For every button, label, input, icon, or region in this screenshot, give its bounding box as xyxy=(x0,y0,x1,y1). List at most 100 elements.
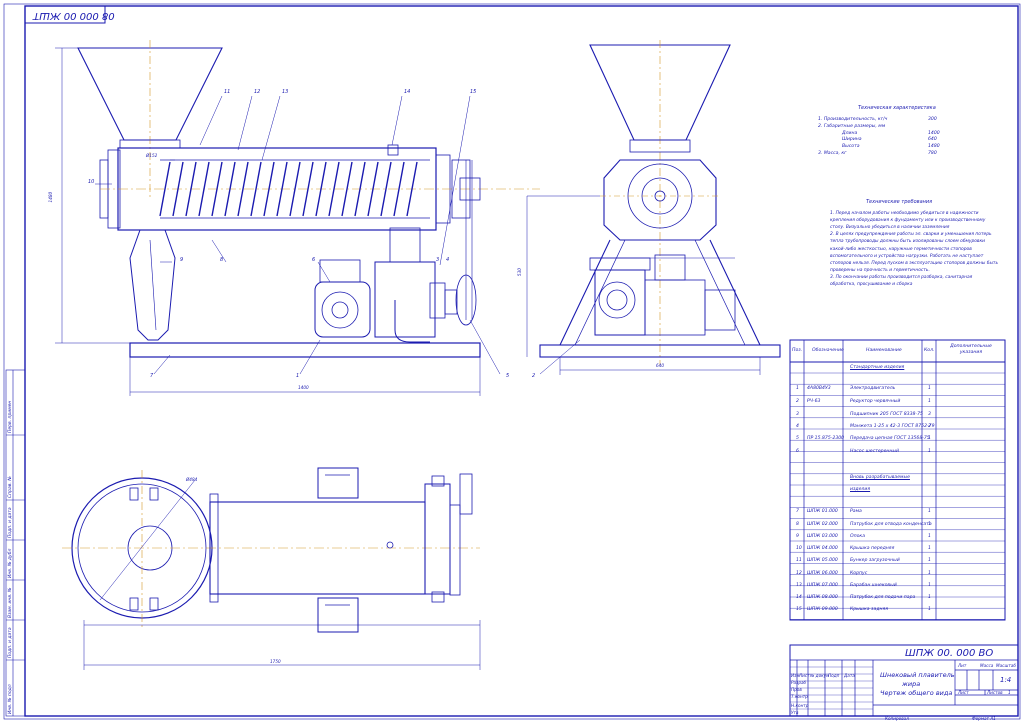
strip-label-3: Подп. и дата xyxy=(8,507,13,538)
spec-cell-qty: 1 xyxy=(928,534,931,539)
strip-label-4: Инв. № дубл xyxy=(8,548,13,578)
title-utv: Утв xyxy=(791,710,799,715)
leader-2: 2 xyxy=(532,373,536,379)
spec-cell-qty: 1 xyxy=(928,399,931,404)
spec-cell-qty: 1 xyxy=(928,571,931,576)
tech-char-line: 2. Габаритные размеры, мм xyxy=(818,123,886,129)
tech-char-line: 1. Производительность, кг/ч xyxy=(818,117,888,122)
spec-cell-pos: 11 xyxy=(796,558,802,563)
title-list: Лист xyxy=(799,673,810,678)
spec-cell-name: Рама xyxy=(850,509,862,514)
dim-height-side: 530 xyxy=(516,268,522,277)
leader-14: 14 xyxy=(404,89,411,95)
dim-width-side: 640 xyxy=(656,363,664,368)
side-view xyxy=(526,40,781,375)
spec-cell-pos: 3 xyxy=(796,412,799,417)
spec-cell-pos: 9 xyxy=(796,534,799,539)
tech-req-line: стопоров нельзя. Перед пуском в эксплуат… xyxy=(830,260,999,266)
leader-10: 10 xyxy=(88,179,95,185)
spec-cell-pos: 1 xyxy=(796,386,799,391)
title-scale-value: 1:4 xyxy=(1000,676,1012,684)
drawing-number-stamp: 08 000 00 ЖШТ xyxy=(33,10,115,21)
title-razrab: Разраб xyxy=(791,680,807,685)
spec-cell-pos: 12 xyxy=(796,571,802,576)
title-podp: Подп xyxy=(828,673,840,678)
title-copied: Копировал xyxy=(885,716,909,721)
tech-req-title: Технические требования xyxy=(866,199,933,205)
dim-diam-screw: Ø152 xyxy=(146,153,158,158)
spec-header-name: Наименование xyxy=(866,348,902,353)
strip-label-5: Взам. инв. № xyxy=(8,587,13,618)
spec-cell-qty: 2 xyxy=(928,424,931,429)
title-format: Формат А1 xyxy=(972,716,996,721)
spec-cell-code: ШПЖ 08.000 xyxy=(807,595,838,600)
spec-cell-name: Манжета 1-25 х 42-3 ГОСТ 8752-79 xyxy=(850,424,935,429)
drawing-sheet: 08 000 00 ЖШТ 11 12 13 14 15 10 9 8 6 7 … xyxy=(0,0,1024,723)
title-sheets-value: 1 xyxy=(1008,690,1011,695)
tech-char-line: Ширина xyxy=(842,137,862,143)
title-nkontr: Н.контр xyxy=(791,703,809,708)
tech-char-value: 640 xyxy=(928,137,937,143)
title-data: Дата xyxy=(844,673,855,678)
spec-cell-qty: 1 xyxy=(928,509,931,514)
title-sheet-label: Лист xyxy=(958,690,969,695)
tech-char-line: Высота xyxy=(842,144,860,150)
tech-char-value: 780 xyxy=(928,151,937,156)
spec-cell-code: ШПЖ 01.000 xyxy=(807,509,838,514)
tech-req-line: 1. Перед началом работы необходимо убеди… xyxy=(830,211,979,216)
spec-cell-pos: 6 xyxy=(796,449,799,454)
title-tkontr: Т.контр xyxy=(791,694,808,699)
spec-cell-qty: 1 xyxy=(928,546,931,551)
leader-15: 15 xyxy=(470,89,477,95)
spec-cell-qty: 1 xyxy=(928,607,931,612)
spec-cell-name: Барабан шнековый xyxy=(850,583,897,588)
spec-cell-name: Бункер загрузочный xyxy=(850,558,900,563)
spec-cell-name: Крышка передняя xyxy=(850,546,895,551)
spec-cell-qty: 1 xyxy=(928,558,931,563)
tech-char-title: Техническая характеристика xyxy=(858,105,936,111)
spec-cell-pos: 13 xyxy=(796,583,802,588)
spec-cell-pos: 15 xyxy=(796,607,802,612)
spec-cell-qty: 1 xyxy=(928,595,931,600)
tech-char-line: 3. Масса, кг xyxy=(818,151,847,156)
spec-cell-pos: 2 xyxy=(796,399,799,404)
spec-header-notes: Дополнительные указания xyxy=(950,344,992,355)
tech-req-line: обработка, просушивание и сборка xyxy=(830,282,913,287)
leader-1: 1 xyxy=(296,373,300,379)
dim-height-main: 1480 xyxy=(48,191,54,203)
screw-flight xyxy=(198,161,210,217)
tech-req-line: крепления оборудования к фундаменту или … xyxy=(830,218,986,224)
strip-label-1: Перв. примен xyxy=(8,400,13,433)
title-prov: Пров xyxy=(791,687,802,692)
tech-char-line: Длина xyxy=(842,130,858,136)
spec-cell-qty: 1 xyxy=(928,449,931,454)
spec-section-new-b: изделия xyxy=(850,487,871,492)
spec-cell-name: Передача цепная ГОСТ 13568-75 xyxy=(850,436,930,441)
spec-section-new-a: Вновь разрабатываемые xyxy=(850,475,910,480)
spec-cell-code: ШПЖ 09.000 xyxy=(807,607,838,612)
spec-cell-code: ШПЖ 03.000 xyxy=(807,534,838,539)
spec-cell-pos: 5 xyxy=(796,436,799,441)
tech-char-value: 1480 xyxy=(928,144,940,150)
spec-cell-code: РЧ-63 xyxy=(807,399,821,404)
title-ndoc: № докум xyxy=(810,673,830,678)
leader-5: 5 xyxy=(506,373,510,379)
spec-cell-name: Патрубок для подачи пара xyxy=(850,595,916,600)
tech-req-line: проверены на прочность и герметичность. xyxy=(830,267,930,273)
tech-req-line: вспомогательного и устройства нагрузки. … xyxy=(830,253,984,259)
spec-cell-code: ПР 15.875-2300 xyxy=(807,436,845,441)
tech-req-line: 2. В целях предупреждения работы эл. сва… xyxy=(830,232,992,238)
spec-cell-code: ШПЖ 04.000 xyxy=(807,546,838,551)
leader-8: 8 xyxy=(220,257,224,263)
tech-req-line: какой-либо жесткостью, наружные герметич… xyxy=(830,246,972,252)
spec-cell-pos: 7 xyxy=(796,509,799,514)
leader-3: 3 xyxy=(436,257,440,263)
spec-cell-code: ШПЖ 05.000 xyxy=(807,558,838,563)
spec-cell-pos: 14 xyxy=(796,595,802,600)
leader-6: 6 xyxy=(312,257,316,263)
spec-cell-qty: 1 xyxy=(928,522,931,527)
title-name-3: Чертеж общего вида xyxy=(880,689,953,697)
leader-13: 13 xyxy=(282,89,289,95)
spec-header-pos: Поз. xyxy=(792,348,803,353)
spec-cell-qty: 1 xyxy=(928,386,931,391)
